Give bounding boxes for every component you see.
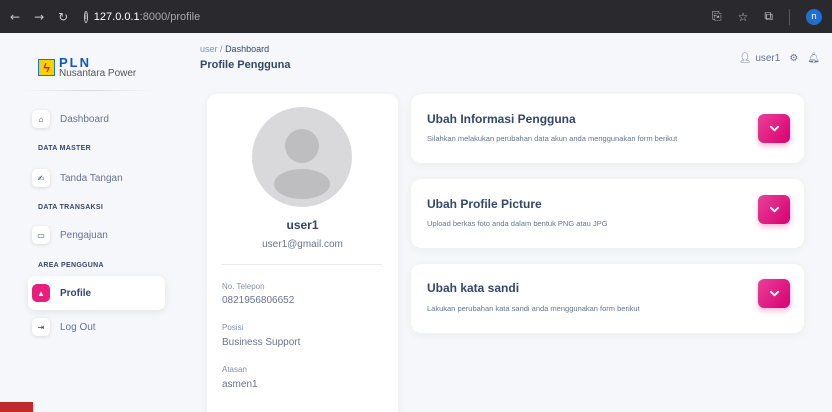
document-icon: ▭ xyxy=(32,226,50,244)
card-ubah-informasi: Ubah Informasi Pengguna Silahkan melakuk… xyxy=(411,94,804,163)
card-description: Upload berkas foto anda dalam bentuk PNG… xyxy=(427,219,608,228)
bookmark-star-icon[interactable]: ☆ xyxy=(738,10,749,24)
breadcrumb-root[interactable]: user xyxy=(200,44,218,54)
sidebar-divider xyxy=(22,90,154,91)
sidebar-item-label: Dashboard xyxy=(60,113,109,125)
supervisor-label: Atasan xyxy=(222,365,247,374)
sidebar-item-label: Profile xyxy=(60,287,92,299)
address-bar[interactable]: i 127.0.0.1:8000/profile xyxy=(84,6,200,27)
sidebar-item-label: Log Out xyxy=(60,321,96,333)
breadcrumb-current: Dashboard xyxy=(225,44,270,54)
sidebar-item-tanda-tangan[interactable]: ✍ Tanda Tangan xyxy=(32,169,123,187)
profile-email: user1@gmail.com xyxy=(262,239,343,250)
supervisor-value: asmen1 xyxy=(222,379,258,390)
topbar-actions: 👤︎ user1 ⚙ 🔔︎ xyxy=(739,53,820,64)
breadcrumb-separator: / xyxy=(220,44,223,54)
username-label: user1 xyxy=(755,53,781,64)
user-icon: ▲ xyxy=(32,284,50,302)
expand-informasi-button[interactable] xyxy=(758,114,790,143)
extensions-icon[interactable]: ⧉ xyxy=(764,9,773,24)
logo-subtitle: Nusantara Power xyxy=(59,68,137,79)
expand-profile-picture-button[interactable] xyxy=(758,195,790,224)
sidebar-item-dashboard[interactable]: ⌂ Dashboard xyxy=(32,110,109,128)
back-icon[interactable]: ← xyxy=(10,10,20,24)
sidebar-item-label: Tanda Tangan xyxy=(60,172,123,184)
avatar-body-shape xyxy=(274,169,330,199)
user-icon: 👤︎ xyxy=(738,53,752,64)
corner-badge xyxy=(0,402,33,412)
chevron-down-icon xyxy=(769,290,779,297)
card-title: Ubah Profile Picture xyxy=(427,197,542,211)
avatar xyxy=(252,107,352,207)
sidebar-item-pengajuan[interactable]: ▭ Pengajuan xyxy=(32,226,108,244)
bell-icon[interactable]: 🔔︎ xyxy=(807,53,820,64)
chevron-down-icon xyxy=(769,206,779,213)
position-value: Business Support xyxy=(222,337,301,348)
avatar-head-shape xyxy=(285,129,319,163)
toolbar-separator xyxy=(789,8,790,25)
phone-value: 0821956806652 xyxy=(222,295,295,306)
user-menu[interactable]: 👤︎ user1 xyxy=(739,53,781,64)
reload-icon[interactable]: ↻ xyxy=(58,10,68,24)
card-ubah-profile-picture: Ubah Profile Picture Upload berkas foto … xyxy=(411,179,804,248)
card-description: Silahkan melakukan perubahan data akun a… xyxy=(427,134,678,143)
url-path: :8000/profile xyxy=(139,10,201,23)
sidebar-section-area-pengguna: AREA PENGGUNA xyxy=(38,262,104,269)
chevron-down-icon xyxy=(769,125,779,132)
sidebar-section-data-master: DATA MASTER xyxy=(38,145,91,152)
gear-icon[interactable]: ⚙ xyxy=(789,53,798,64)
browser-profile-avatar[interactable]: n xyxy=(806,8,822,25)
forward-icon[interactable]: → xyxy=(34,10,44,24)
breadcrumb: user / Dashboard xyxy=(200,44,269,54)
profile-card: user1 user1@gmail.com No. Telepon 082195… xyxy=(207,94,398,412)
sidebar-item-profile[interactable]: ▲ Profile xyxy=(32,284,91,302)
browser-toolbar: ← → ↻ i 127.0.0.1:8000/profile ⎘ ☆ ⧉ n xyxy=(0,0,832,33)
sidebar-section-data-transaksi: DATA TRANSAKSI xyxy=(38,204,104,211)
sidebar-item-label: Pengajuan xyxy=(60,229,108,241)
card-ubah-kata-sandi: Ubah kata sandi Lakukan perubahan kata s… xyxy=(411,264,804,333)
lightning-logo-icon: ϟ xyxy=(38,59,55,76)
sidebar: ϟ PLN Nusantara Power ⌂ Dashboard DATA M… xyxy=(0,33,176,412)
signature-icon: ✍ xyxy=(32,169,50,187)
card-title: Ubah Informasi Pengguna xyxy=(427,112,576,126)
home-icon: ⌂ xyxy=(32,110,50,128)
logout-icon: ⇥ xyxy=(32,318,50,336)
translate-icon[interactable]: ⎘ xyxy=(712,9,722,24)
site-info-icon[interactable]: i xyxy=(84,10,88,23)
profile-divider xyxy=(221,264,382,265)
card-title: Ubah kata sandi xyxy=(427,281,520,295)
sidebar-item-logout[interactable]: ⇥ Log Out xyxy=(32,318,96,336)
card-description: Lakukan perubahan kata sandi anda menggu… xyxy=(427,304,640,313)
profile-name: user1 xyxy=(286,218,319,232)
expand-kata-sandi-button[interactable] xyxy=(758,279,790,308)
url-host: 127.0.0.1 xyxy=(93,10,140,23)
position-label: Posisi xyxy=(222,323,244,332)
phone-label: No. Telepon xyxy=(222,282,265,291)
pln-logo[interactable]: ϟ PLN Nusantara Power xyxy=(38,56,136,79)
page-title: Profile Pengguna xyxy=(200,59,291,71)
